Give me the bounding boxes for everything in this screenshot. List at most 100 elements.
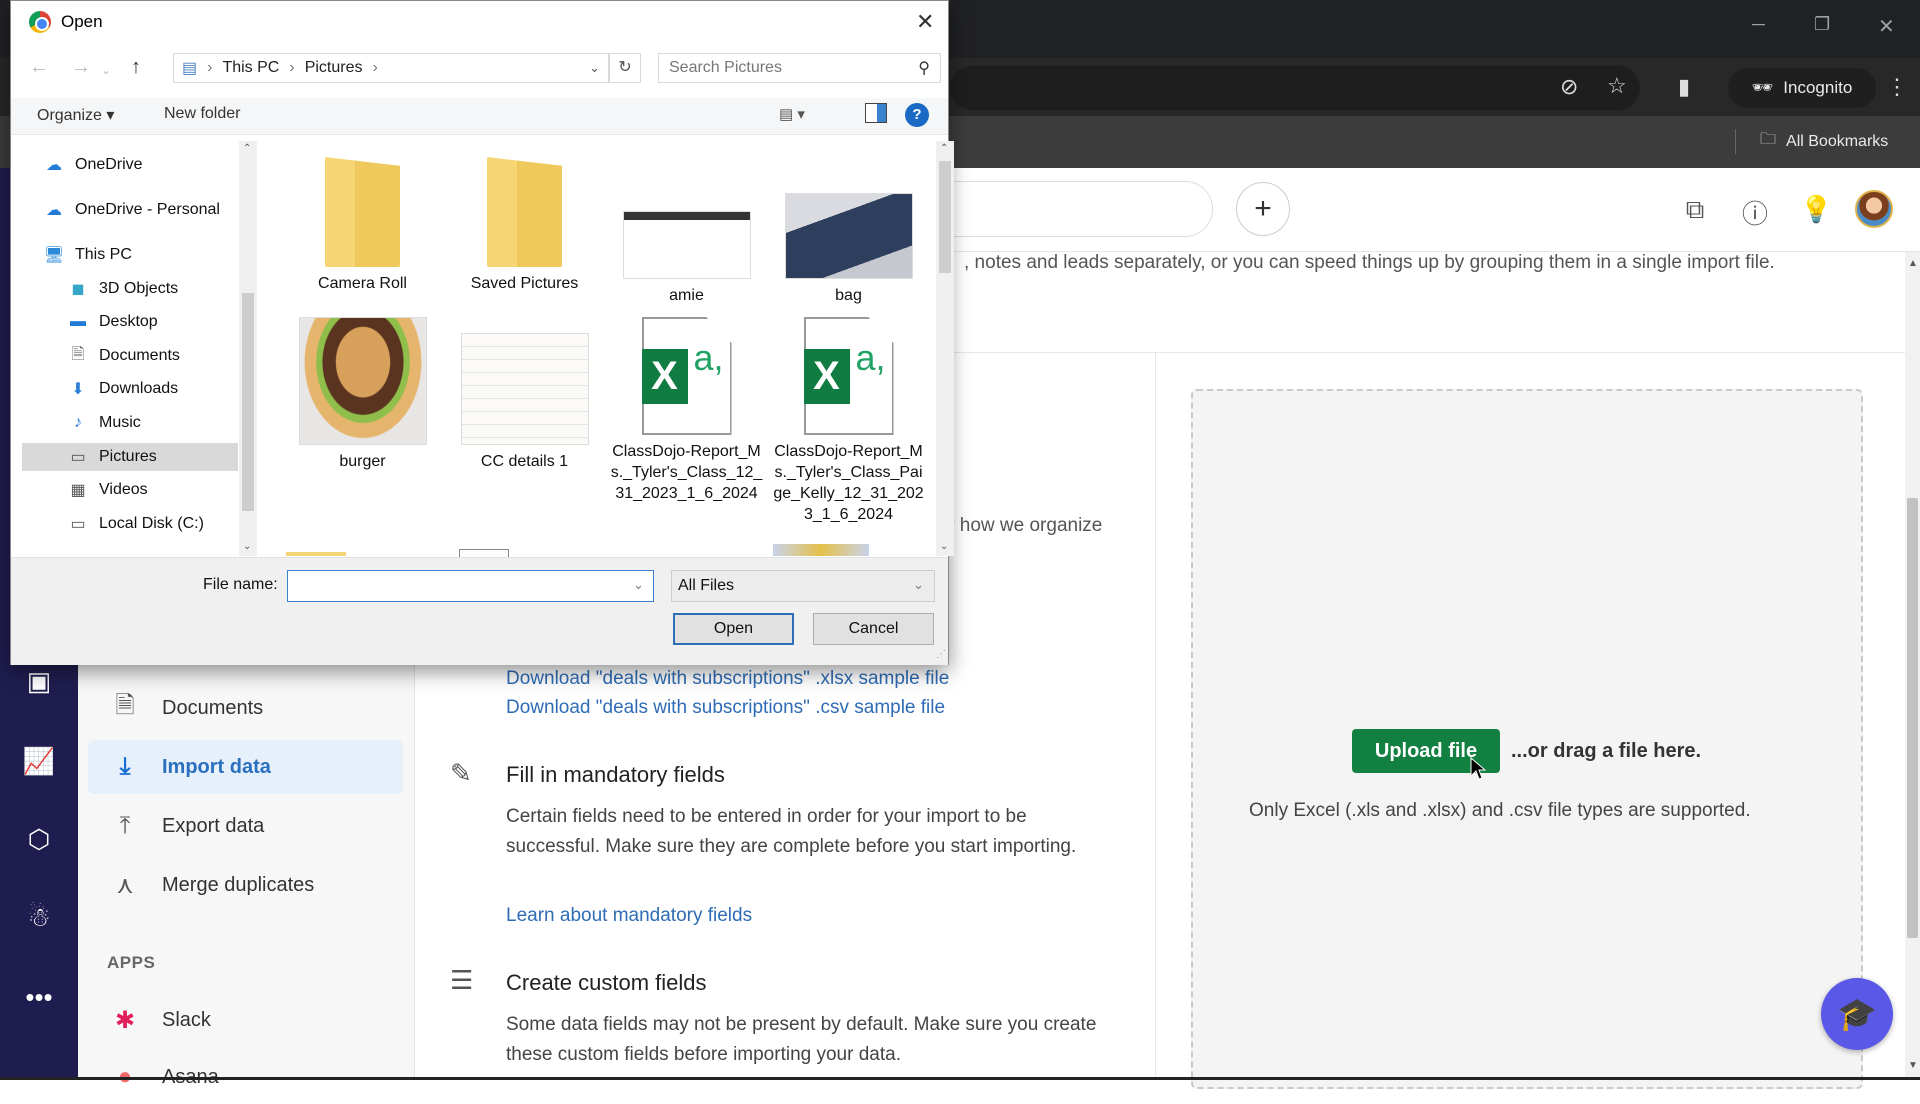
address-history-chevron-icon[interactable]: ⌄	[589, 60, 600, 76]
download-csv-sample-link[interactable]: Download "deals with subscriptions" .csv…	[506, 697, 945, 719]
nav-item-label: Desktop	[99, 313, 158, 330]
help-icon[interactable]: ?	[905, 103, 929, 127]
supported-types-text: Only Excel (.xls and .xlsx) and .csv fil…	[1249, 800, 1751, 821]
scroll-up-icon[interactable]: ▲	[1908, 258, 1918, 269]
nav-item-this-pc[interactable]: 🖥 This PC	[43, 241, 132, 269]
nav-item-music[interactable]: ♪ Music	[67, 409, 141, 437]
robot-icon[interactable]: ☃	[20, 898, 58, 936]
quick-add-button[interactable]: +	[1236, 182, 1290, 236]
file-tile[interactable]: burger	[285, 317, 440, 472]
eye-off-icon[interactable]: ⊘	[1560, 74, 1578, 100]
scroll-down-icon[interactable]: ▼	[1908, 1060, 1918, 1071]
navpane-scroll-up-icon[interactable]: ⌃	[243, 143, 251, 154]
address-bar[interactable]	[950, 66, 1640, 110]
subnav-item-export-data[interactable]: ⤒ Export data	[88, 799, 403, 853]
merge-icon: ⋏	[116, 871, 134, 899]
subnav-item-import-data[interactable]: ⤓ Import data	[88, 740, 403, 794]
menu-kebab-icon[interactable]: ⋮	[1886, 74, 1908, 100]
box-icon[interactable]: ⬡	[20, 820, 58, 858]
grid-scroll-up-icon[interactable]: ⌃	[940, 143, 948, 154]
file-tile[interactable]: Camera Roll	[285, 157, 440, 294]
star-icon[interactable]: ☆	[1607, 73, 1627, 99]
breadcrumb-pictures[interactable]: Pictures	[305, 59, 363, 77]
graduation-cap-icon: 🎓	[1837, 996, 1877, 1032]
help-circle-icon[interactable]: ⓘ	[1739, 194, 1771, 231]
nav-item-local-disk-c[interactable]: ▭ Local Disk (C:)	[67, 510, 204, 538]
close-window-icon[interactable]: ✕	[1878, 14, 1895, 39]
nav-item-downloads[interactable]: ⬇ Downloads	[67, 375, 178, 403]
pictures-icon: ▭	[70, 449, 86, 466]
cancel-button[interactable]: Cancel	[813, 613, 934, 645]
user-avatar[interactable]	[1855, 190, 1893, 228]
search-pictures-input[interactable]: Search Pictures ⚲	[658, 53, 941, 83]
resize-grip-icon[interactable]: ⋰	[936, 649, 946, 660]
file-type-chevron-icon[interactable]: ⌄	[913, 577, 924, 593]
organize-menu-button[interactable]: Organize ▾	[37, 105, 114, 125]
recent-locations-chevron-icon[interactable]: ⌄	[101, 63, 111, 77]
all-bookmarks-button[interactable]: 🗀 All Bookmarks	[1760, 128, 1888, 155]
dialog-command-bar	[11, 98, 948, 135]
learn-mandatory-fields-link[interactable]: Learn about mandatory fields	[506, 905, 752, 927]
file-tile[interactable]: Xa, ClassDojo-Report_Ms._Tyler's_Class_12…	[609, 317, 764, 504]
file-grid-scrollbar-thumb[interactable]	[939, 161, 951, 273]
subnav-item-slack[interactable]: ✱ Slack	[88, 993, 403, 1047]
nav-item-label: Music	[99, 414, 141, 431]
up-arrow-icon[interactable]: ↑	[131, 56, 141, 79]
music-icon: ♪	[74, 414, 82, 431]
new-folder-button[interactable]: New folder	[164, 105, 240, 123]
subnav-item-label: Export data	[162, 814, 265, 837]
change-view-button[interactable]: ▤ ▾	[779, 105, 805, 123]
lightbulb-icon[interactable]: 💡	[1800, 194, 1832, 225]
file-tile[interactable]: CC details 1	[447, 317, 602, 472]
file-tile[interactable]: bag	[771, 157, 926, 306]
open-button[interactable]: Open	[673, 613, 794, 645]
file-name-history-chevron-icon[interactable]: ⌄	[633, 577, 644, 593]
file-dropzone[interactable]	[1191, 389, 1863, 1089]
file-name-label: Camera Roll	[318, 275, 407, 292]
nav-item-videos[interactable]: ▦ Videos	[67, 476, 147, 504]
incognito-badge[interactable]: 🕶 Incognito	[1728, 68, 1876, 108]
preview-pane-icon[interactable]	[865, 103, 887, 123]
subnav-item-merge-duplicates[interactable]: ⋏ Merge duplicates	[88, 858, 403, 912]
file-name-input[interactable]	[287, 570, 654, 602]
cloud-icon: ☁	[46, 157, 62, 174]
nav-item-documents[interactable]: 🗎 Documents	[67, 342, 180, 370]
back-arrow-icon[interactable]: ←	[29, 56, 49, 79]
nav-item-pictures[interactable]: ▭ Pictures	[22, 443, 238, 471]
calendar-icon[interactable]: ▣	[20, 662, 58, 700]
navpane-scrollbar-thumb[interactable]	[242, 293, 254, 511]
nav-item-onedrive[interactable]: ☁ OneDrive	[43, 151, 143, 179]
nav-item-label: Pictures	[99, 448, 157, 465]
nav-item-3d-objects[interactable]: ◼ 3D Objects	[67, 275, 178, 303]
dialog-address-bar[interactable]: ▤ › This PC › Pictures › ⌄	[173, 53, 609, 83]
page-scrollbar-thumb[interactable]	[1907, 498, 1918, 938]
nav-item-desktop[interactable]: ▬ Desktop	[67, 308, 158, 336]
grid-scroll-down-icon[interactable]: ⌄	[940, 541, 948, 552]
file-tile[interactable]: amie	[609, 157, 764, 306]
nav-item-onedrive-personal[interactable]: ☁ OneDrive - Personal	[43, 196, 220, 224]
incognito-label: Incognito	[1783, 78, 1853, 97]
custom-fields-body: Some data fields may not be present by d…	[506, 1014, 1097, 1065]
chart-trend-icon[interactable]: 📈	[20, 742, 58, 780]
forward-arrow-icon[interactable]: →	[71, 56, 91, 79]
academy-help-button[interactable]: 🎓	[1821, 978, 1893, 1050]
subnav-item-documents[interactable]: 🗎 Documents	[88, 681, 403, 735]
nav-item-label: Local Disk (C:)	[99, 515, 204, 532]
image-thumbnail	[460, 333, 589, 445]
more-icon[interactable]: •••	[20, 978, 58, 1016]
side-panel-icon[interactable]: ▮	[1678, 74, 1690, 100]
refresh-button[interactable]: ↻	[609, 53, 641, 83]
restore-icon[interactable]: ❐	[1814, 14, 1830, 35]
minimize-icon[interactable]: ─	[1752, 14, 1765, 35]
image-thumbnail	[784, 193, 913, 279]
slack-icon: ✱	[114, 1006, 136, 1034]
download-xlsx-sample-link[interactable]: Download "deals with subscriptions" .xls…	[506, 668, 949, 690]
breadcrumb-this-pc[interactable]: This PC	[222, 59, 279, 77]
puzzle-icon[interactable]: ⧉	[1679, 194, 1711, 226]
file-tile[interactable]: Xa, ClassDojo-Report_Ms._Tyler's_Class_Pa…	[771, 317, 926, 525]
file-name-label: File name:	[203, 576, 278, 593]
file-type-select[interactable]: All Files	[671, 570, 935, 602]
file-tile[interactable]: Saved Pictures	[447, 157, 602, 294]
navpane-scroll-down-icon[interactable]: ⌄	[243, 541, 251, 552]
dialog-close-button[interactable]: ✕	[916, 9, 934, 35]
